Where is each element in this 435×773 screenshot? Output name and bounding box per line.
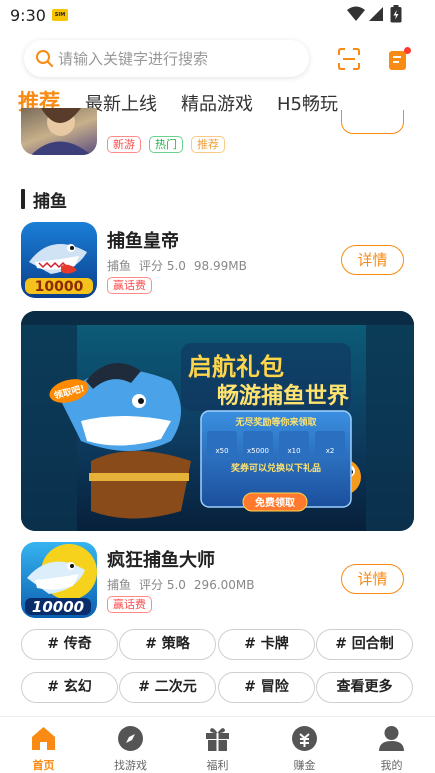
banner-title-1: 启航礼包 — [188, 353, 284, 381]
chip-strategy[interactable]: # 策略 — [119, 629, 216, 660]
game-name[interactable]: 疯狂捕鱼大师 — [107, 546, 215, 572]
chip-legend[interactable]: # 传奇 — [21, 629, 118, 660]
nav-home[interactable]: 首页 — [0, 717, 87, 773]
section-bar — [21, 189, 25, 209]
game-icon-partial[interactable] — [21, 108, 97, 155]
unread-dot — [404, 47, 411, 54]
game-rating: 评分 5.0 — [139, 259, 186, 273]
app-screen: 9:30 SIM 推荐 最新上线 精品游戏 H5畅玩 新游 热门 推荐 — [0, 0, 435, 773]
promo-banner[interactable]: 启航礼包 畅游捕鱼世界 无尽奖励等你来领取 x50 x5000 x10 x2 奖… — [21, 311, 414, 531]
status-time: 9:30 — [10, 6, 46, 25]
tag-recommend: 推荐 — [191, 136, 225, 153]
tag-win-credit: 赢话费 — [107, 277, 152, 294]
icon-number: 10000 — [32, 598, 84, 616]
compass-icon — [118, 726, 143, 751]
chip-anime[interactable]: # 二次元 — [119, 672, 216, 703]
wifi-icon — [347, 6, 365, 21]
message-button[interactable] — [388, 47, 411, 75]
game-size: 296.00MB — [193, 578, 255, 592]
game-rating: 评分 5.0 — [139, 578, 186, 592]
user-icon — [379, 726, 404, 751]
reward-3: x10 — [287, 447, 300, 455]
chip-turn-based[interactable]: # 回合制 — [316, 629, 413, 660]
coin-bag-icon — [292, 726, 317, 751]
banner-cta: 免费领取 — [255, 496, 296, 509]
tag-new: 新游 — [107, 136, 141, 153]
sim-icon: SIM — [52, 9, 68, 21]
chip-view-more[interactable]: 查看更多 — [316, 672, 413, 703]
reward-2: x5000 — [247, 447, 269, 455]
chip-card[interactable]: # 卡牌 — [218, 629, 315, 660]
game-category: 捕鱼 — [107, 259, 132, 273]
banner-subtitle: 无尽奖励等你来领取 — [234, 416, 317, 428]
game-category: 捕鱼 — [107, 578, 132, 592]
banner-title-2: 畅游捕鱼世界 — [217, 383, 349, 409]
tab-h5[interactable]: H5畅玩 — [277, 90, 338, 116]
nav-label: 首页 — [32, 759, 55, 772]
game-icon-fish-emperor[interactable]: 10000 — [21, 222, 97, 298]
home-icon — [32, 727, 55, 750]
chip-fantasy[interactable]: # 玄幻 — [21, 672, 118, 703]
nav-label: 福利 — [206, 759, 229, 772]
gift-icon — [206, 728, 229, 751]
nav-label: 赚金 — [293, 759, 316, 772]
reward-4: x2 — [326, 447, 335, 455]
icon-number: 10000 — [35, 279, 84, 295]
signal-icon — [369, 7, 383, 21]
search-bar — [24, 40, 309, 77]
battery-icon — [390, 5, 402, 23]
search-input[interactable] — [58, 46, 298, 71]
reward-1: x50 — [215, 447, 228, 455]
tab-premium[interactable]: 精品游戏 — [181, 90, 253, 116]
chip-adventure[interactable]: # 冒险 — [218, 672, 315, 703]
nav-label: 我的 — [380, 759, 403, 772]
nav-label: 找游戏 — [114, 759, 147, 772]
search-icon — [36, 50, 53, 67]
game-meta: 捕鱼 评分 5.0 98.99MB — [107, 257, 255, 274]
detail-button-partial[interactable] — [341, 110, 404, 134]
section-title: 捕鱼 — [33, 192, 67, 212]
tag-hot: 热门 — [149, 136, 183, 153]
nav-earn[interactable]: 赚金 — [261, 717, 348, 773]
status-bar: 9:30 SIM — [0, 0, 435, 32]
game-meta: 捕鱼 评分 5.0 296.00MB — [107, 576, 263, 593]
game-icon-crazy-fishing[interactable]: 10000 — [21, 542, 97, 618]
bottom-nav: 首页 找游戏 福利 赚金 我的 — [0, 716, 435, 773]
detail-button[interactable]: 详情 — [341, 245, 404, 275]
game-name[interactable]: 捕鱼皇帝 — [107, 227, 179, 253]
nav-find-games[interactable]: 找游戏 — [87, 717, 174, 773]
nav-welfare[interactable]: 福利 — [174, 717, 261, 773]
nav-mine[interactable]: 我的 — [348, 717, 435, 773]
scan-icon[interactable] — [338, 48, 360, 70]
detail-button[interactable]: 详情 — [341, 564, 404, 594]
game-size: 98.99MB — [193, 259, 247, 273]
banner-subtitle-2: 奖券可以兑换以下礼品 — [231, 462, 321, 474]
tag-win-credit: 赢话费 — [107, 596, 152, 613]
